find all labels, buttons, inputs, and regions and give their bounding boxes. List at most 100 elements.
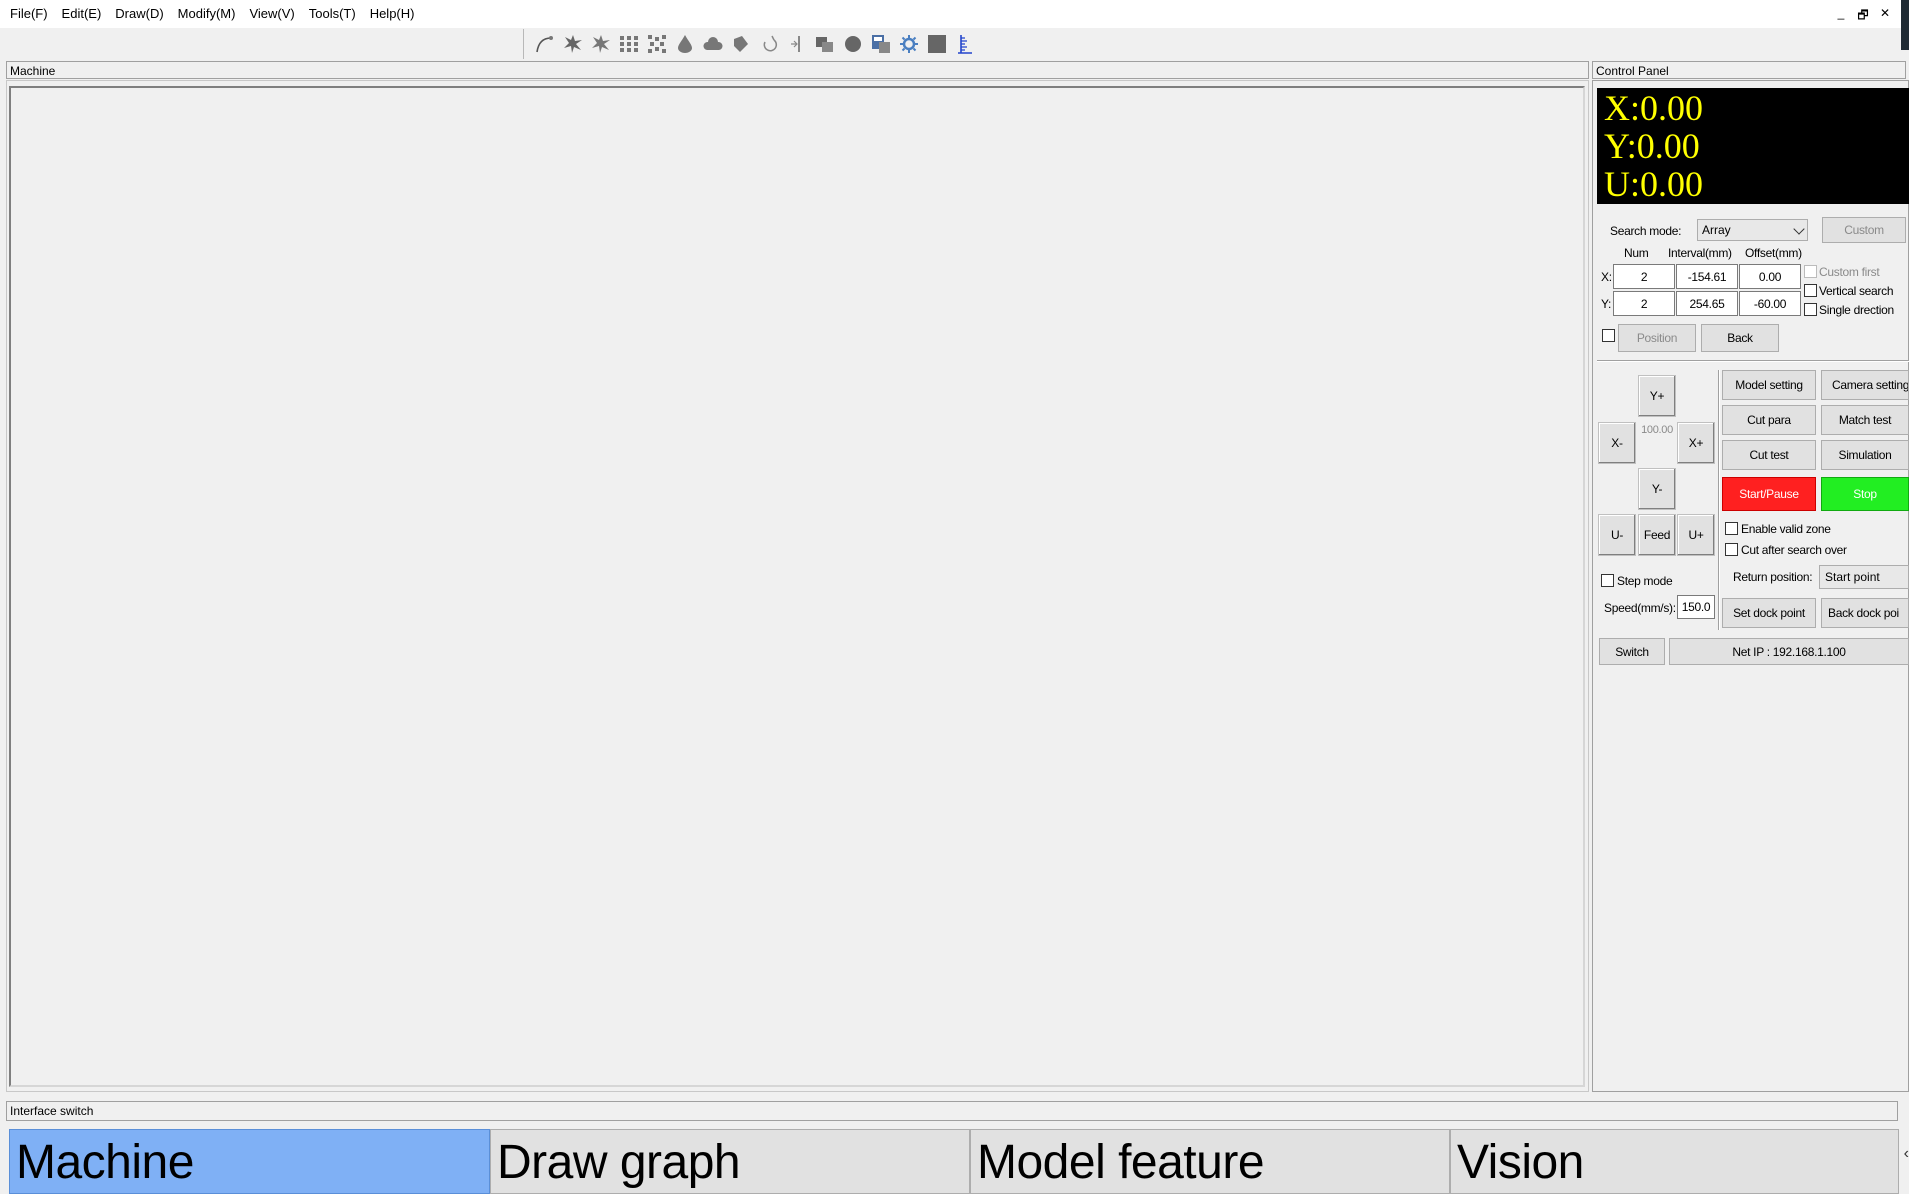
menu-edit[interactable]: Edit(E) <box>55 0 109 28</box>
x-interval-input[interactable]: -154.61 <box>1676 264 1738 289</box>
jog-y-minus-button[interactable]: Y- <box>1638 468 1676 510</box>
y-offset-input[interactable]: -60.00 <box>1739 291 1801 316</box>
menu-draw[interactable]: Draw(D) <box>108 0 170 28</box>
menu-tools[interactable]: Tools(T) <box>302 0 363 28</box>
camera-setting-button[interactable]: Camera setting <box>1821 370 1909 400</box>
y-interval-input[interactable]: 254.65 <box>1676 291 1738 316</box>
interval-header: Interval(mm) <box>1668 246 1732 260</box>
vertical-search-checkbox[interactable] <box>1804 284 1817 297</box>
burst-alt-icon[interactable] <box>590 33 612 55</box>
enable-valid-zone-label: Enable valid zone <box>1741 522 1831 536</box>
coordinate-display: X:0.00 Y:0.00 U:0.00 <box>1597 88 1909 204</box>
menu-bar: File(F) Edit(E) Draw(D) Modify(M) View(V… <box>0 0 1909 28</box>
model-setting-button[interactable]: Model setting <box>1722 370 1816 400</box>
row-y-label: Y: <box>1601 297 1612 311</box>
speed-label: Speed(mm/s): <box>1604 601 1676 615</box>
cut-test-button[interactable]: Cut test <box>1722 440 1816 470</box>
num-header: Num <box>1624 246 1649 260</box>
tab-machine[interactable]: Machine <box>9 1129 490 1194</box>
vertical-search-label: Vertical search <box>1819 284 1894 298</box>
drop-icon[interactable] <box>674 33 696 55</box>
grid-diagonal-icon[interactable] <box>646 33 668 55</box>
cut-para-button[interactable]: Cut para <box>1722 405 1816 435</box>
gear-icon[interactable] <box>898 33 920 55</box>
x-num-input[interactable]: 2 <box>1613 264 1675 289</box>
control-panel-title: Control Panel <box>1592 61 1906 79</box>
switch-button[interactable]: Switch <box>1599 638 1665 665</box>
feed-button[interactable]: Feed <box>1638 514 1676 556</box>
enable-valid-zone-checkbox[interactable] <box>1725 522 1738 535</box>
start-pause-button[interactable]: Start/Pause <box>1722 477 1816 511</box>
menu-modify[interactable]: Modify(M) <box>171 0 243 28</box>
custom-first-checkbox[interactable] <box>1804 265 1817 278</box>
toolbar <box>523 29 976 59</box>
layers-icon[interactable] <box>814 33 836 55</box>
back-button[interactable]: Back <box>1701 324 1779 352</box>
jog-y-plus-button[interactable]: Y+ <box>1638 375 1676 417</box>
interface-switch-tabs: Machine Draw graph Model feature Vision <box>9 1129 1899 1194</box>
ruler-icon[interactable] <box>954 33 976 55</box>
square-fill-icon[interactable] <box>926 33 948 55</box>
camera-screen-icon[interactable] <box>870 33 892 55</box>
step-mode-checkbox[interactable] <box>1601 574 1614 587</box>
menu-help[interactable]: Help(H) <box>363 0 422 28</box>
coord-x: X:0.00 <box>1604 88 1703 128</box>
close-button[interactable]: ✕ <box>1879 6 1891 27</box>
search-mode-value: Array <box>1702 223 1731 237</box>
single-direction-label: Single drection <box>1819 303 1894 317</box>
custom-first-label: Custom first <box>1819 265 1880 279</box>
jog-x-plus-button[interactable]: X+ <box>1677 422 1715 464</box>
set-dock-point-button[interactable]: Set dock point <box>1722 598 1816 628</box>
custom-button[interactable]: Custom <box>1822 217 1906 243</box>
curve-tool-icon[interactable] <box>534 33 556 55</box>
jog-step-input[interactable]: 100.00 <box>1638 424 1676 444</box>
minimize-button[interactable]: _ <box>1835 6 1847 27</box>
jog-u-minus-button[interactable]: U- <box>1598 514 1636 556</box>
chevron-down-icon <box>1793 223 1805 235</box>
burst-icon[interactable] <box>562 33 584 55</box>
divider-vertical <box>1718 370 1720 630</box>
net-ip-display: Net IP : 192.168.1.100 <box>1669 638 1909 665</box>
machine-panel-title: Machine <box>6 61 1589 79</box>
return-position-select[interactable]: Start point <box>1819 565 1909 589</box>
stop-button[interactable]: Stop <box>1821 477 1909 511</box>
tab-vision[interactable]: Vision <box>1450 1129 1899 1194</box>
interface-switch-title: Interface switch <box>6 1101 1898 1121</box>
cloud-icon[interactable] <box>702 33 724 55</box>
divider <box>1597 360 1909 362</box>
return-position-value: Start point <box>1825 570 1880 584</box>
cut-after-search-checkbox[interactable] <box>1725 543 1738 556</box>
bucket-icon[interactable] <box>730 33 752 55</box>
cut-after-search-label: Cut after search over <box>1741 543 1847 557</box>
menu-file[interactable]: File(F) <box>0 0 55 28</box>
return-position-label: Return position: <box>1733 570 1813 584</box>
jog-x-minus-button[interactable]: X- <box>1598 422 1636 464</box>
tab-draw-graph[interactable]: Draw graph <box>490 1129 970 1194</box>
single-direction-checkbox[interactable] <box>1804 303 1817 316</box>
coord-u: U:0.00 <box>1604 164 1703 204</box>
position-button[interactable]: Position <box>1618 324 1696 352</box>
step-mode-label: Step mode <box>1617 574 1673 588</box>
tab-model-feature[interactable]: Model feature <box>970 1129 1450 1194</box>
search-mode-label: Search mode: <box>1610 224 1682 238</box>
chevron-left-icon[interactable]: ‹ <box>1904 1145 1909 1163</box>
mirror-icon[interactable] <box>786 33 808 55</box>
window-controls: _ 🗗 ✕ <box>1835 6 1891 27</box>
row-x-label: X: <box>1601 270 1612 284</box>
position-enable-checkbox[interactable] <box>1602 329 1615 342</box>
circle-fill-icon[interactable] <box>842 33 864 55</box>
simulation-button[interactable]: Simulation <box>1821 440 1909 470</box>
search-mode-select[interactable]: Array <box>1697 219 1808 241</box>
speed-input[interactable]: 150.0 <box>1677 595 1715 619</box>
hook-icon[interactable] <box>758 33 780 55</box>
machine-canvas[interactable] <box>9 86 1585 1087</box>
x-offset-input[interactable]: 0.00 <box>1739 264 1801 289</box>
jog-u-plus-button[interactable]: U+ <box>1677 514 1715 556</box>
grid-array-icon[interactable] <box>618 33 640 55</box>
menu-view[interactable]: View(V) <box>242 0 301 28</box>
match-test-button[interactable]: Match test <box>1821 405 1909 435</box>
y-num-input[interactable]: 2 <box>1613 291 1675 316</box>
back-dock-point-button[interactable]: Back dock poi <box>1821 598 1909 628</box>
coord-y: Y:0.00 <box>1604 126 1700 166</box>
restore-button[interactable]: 🗗 <box>1857 6 1869 27</box>
